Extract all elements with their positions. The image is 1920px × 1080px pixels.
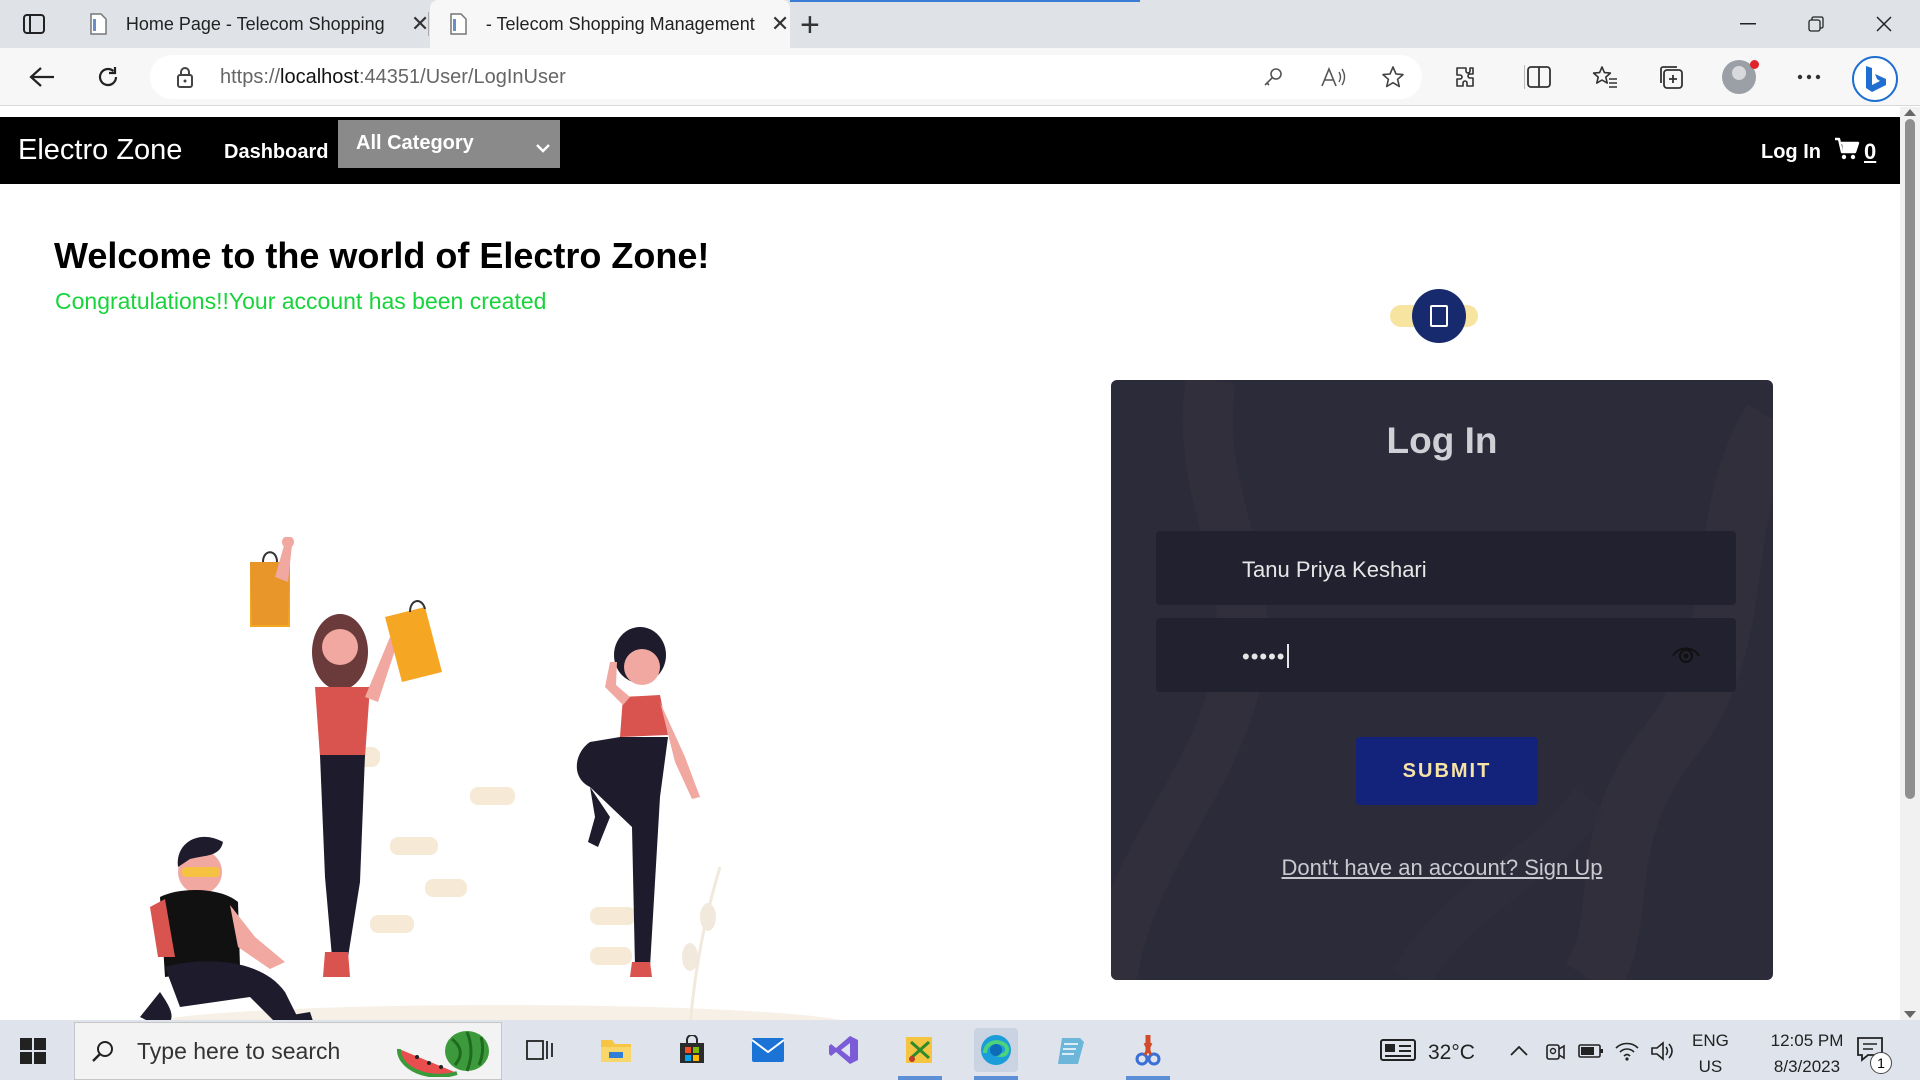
new-tab-icon[interactable]: +: [800, 6, 820, 45]
url-path: :44351/User/LogInUser: [358, 65, 566, 88]
minimize-icon[interactable]: [1728, 8, 1768, 40]
split-screen-icon[interactable]: [1522, 60, 1556, 94]
submit-button[interactable]: SUBMIT: [1356, 737, 1538, 805]
browser-tab-bar: Home Page - Telecom Shopping ✕ - Telecom…: [0, 0, 1920, 48]
password-input[interactable]: •••••: [1156, 618, 1736, 692]
loading-indicator: [790, 0, 1140, 2]
url-host: localhost: [280, 65, 359, 88]
search-placeholder: Type here to search: [137, 1037, 341, 1064]
collections-icon[interactable]: [1654, 60, 1688, 94]
nav-dashboard-link[interactable]: Dashboard: [224, 141, 328, 164]
phone-icon: [1430, 305, 1448, 327]
url-scheme: https://: [220, 65, 281, 88]
system-clock[interactable]: 12:05 PM 8/3/2023: [1752, 1028, 1862, 1080]
welcome-heading: Welcome to the world of Electro Zone!: [54, 235, 710, 276]
signup-link[interactable]: Dont't have an account? Sign Up: [1111, 855, 1773, 881]
address-bar[interactable]: https://localhost:44351/User/LogInUser: [150, 55, 1422, 99]
page-favicon-icon: [448, 12, 468, 36]
notepad-icon[interactable]: [1050, 1028, 1094, 1072]
eye-icon[interactable]: [1672, 644, 1700, 670]
text-caret: [1286, 644, 1289, 668]
edge-icon[interactable]: [974, 1028, 1018, 1072]
theme-toggle[interactable]: [1390, 289, 1478, 343]
tab-home-page[interactable]: Home Page - Telecom Shopping ✕: [70, 0, 430, 48]
login-title: Log In: [1386, 420, 1498, 461]
region-code: US: [1698, 1057, 1723, 1076]
login-card: Log In Tanu Priya Keshari ••••• SUBMIT D…: [1111, 380, 1773, 980]
browser-toolbar: https://localhost:44351/User/LogInUser: [0, 48, 1920, 106]
wifi-icon[interactable]: [1614, 1038, 1640, 1064]
page-scrollbar[interactable]: [1900, 107, 1920, 1020]
username-value: Tanu Priya Keshari: [1242, 557, 1427, 582]
cart-count: 0: [1864, 139, 1877, 164]
windows-taskbar: Type here to search 32°C ENG US 12:05 PM…: [0, 1020, 1920, 1080]
tab-login-page[interactable]: - Telecom Shopping Management ✕: [430, 0, 790, 48]
tab-title: Home Page - Telecom Shopping: [125, 13, 385, 34]
shopping-illustration: [140, 537, 842, 1020]
scroll-up-icon[interactable]: [1904, 109, 1916, 116]
visual-studio-icon[interactable]: [822, 1028, 866, 1072]
store-icon[interactable]: [670, 1028, 714, 1072]
notification-count: 1: [1870, 1052, 1892, 1074]
category-select[interactable]: All Category: [338, 120, 560, 168]
refresh-icon[interactable]: [90, 59, 126, 95]
brand-logo[interactable]: Electro Zone: [18, 134, 182, 167]
active-app-indicator: [898, 1076, 942, 1080]
more-icon[interactable]: [1792, 60, 1826, 94]
tab-separator: [428, 12, 429, 36]
snipping-scissors-icon[interactable]: [1126, 1028, 1170, 1072]
url-text: https://localhost:44351/User/LogInUser: [220, 66, 566, 89]
chevron-down-icon: [536, 136, 550, 159]
search-icon: [91, 1039, 119, 1063]
close-window-icon[interactable]: [1864, 8, 1904, 40]
toggle-knob: [1412, 289, 1466, 343]
mail-icon[interactable]: [746, 1028, 790, 1072]
close-tab-icon[interactable]: ✕: [770, 11, 790, 37]
username-input[interactable]: Tanu Priya Keshari: [1156, 531, 1736, 605]
taskbar-search-box[interactable]: Type here to search: [74, 1022, 502, 1080]
restore-icon[interactable]: [1796, 8, 1836, 40]
cart-icon: [1834, 137, 1860, 167]
category-select-value: All Category: [356, 132, 474, 154]
clock-date: 8/3/2023: [1773, 1057, 1841, 1076]
scroll-down-icon[interactable]: [1904, 1011, 1916, 1018]
snip-tool-icon[interactable]: [898, 1028, 942, 1072]
show-hidden-icons-icon[interactable]: [1506, 1038, 1532, 1064]
profile-notification-dot: [1750, 60, 1759, 69]
key-icon[interactable]: [1260, 64, 1286, 90]
weather-widget[interactable]: 32°C: [1380, 1038, 1475, 1068]
language-indicator[interactable]: ENG US: [1692, 1028, 1729, 1080]
windows-start-icon[interactable]: [20, 1038, 46, 1064]
task-view-icon[interactable]: [518, 1028, 562, 1072]
password-value: •••••: [1242, 644, 1286, 669]
tab-title: - Telecom Shopping Management: [485, 13, 755, 34]
battery-icon[interactable]: [1578, 1038, 1604, 1064]
file-explorer-icon[interactable]: [594, 1028, 638, 1072]
active-app-indicator: [974, 1076, 1018, 1080]
bing-icon[interactable]: [1852, 56, 1898, 102]
extensions-icon[interactable]: [1448, 60, 1482, 94]
page-favicon-icon: [88, 12, 108, 36]
tab-actions-icon[interactable]: [20, 12, 48, 36]
nav-login-link[interactable]: Log In: [1761, 141, 1821, 164]
meet-now-icon[interactable]: [1542, 1038, 1568, 1064]
site-navbar: Electro Zone Dashboard All Category Log …: [0, 117, 1900, 184]
volume-icon[interactable]: [1650, 1038, 1676, 1064]
favorite-star-icon[interactable]: [1380, 64, 1406, 90]
language-code: ENG: [1692, 1031, 1729, 1050]
lock-icon[interactable]: [176, 66, 198, 88]
active-app-indicator: [1126, 1076, 1170, 1080]
temperature: 32°C: [1428, 1041, 1475, 1064]
back-icon[interactable]: [24, 59, 60, 95]
success-message: Congratulations!!Your account has been c…: [55, 288, 547, 314]
read-aloud-icon[interactable]: [1320, 64, 1346, 90]
page-viewport: Electro Zone Dashboard All Category Log …: [0, 107, 1900, 1020]
cart-link[interactable]: 0: [1834, 137, 1876, 167]
favorites-icon[interactable]: [1588, 60, 1622, 94]
clock-time: 12:05 PM: [1770, 1031, 1844, 1050]
weather-icon: [1380, 1038, 1416, 1068]
watermelon-icon: [396, 1029, 491, 1080]
scroll-thumb[interactable]: [1905, 119, 1915, 799]
